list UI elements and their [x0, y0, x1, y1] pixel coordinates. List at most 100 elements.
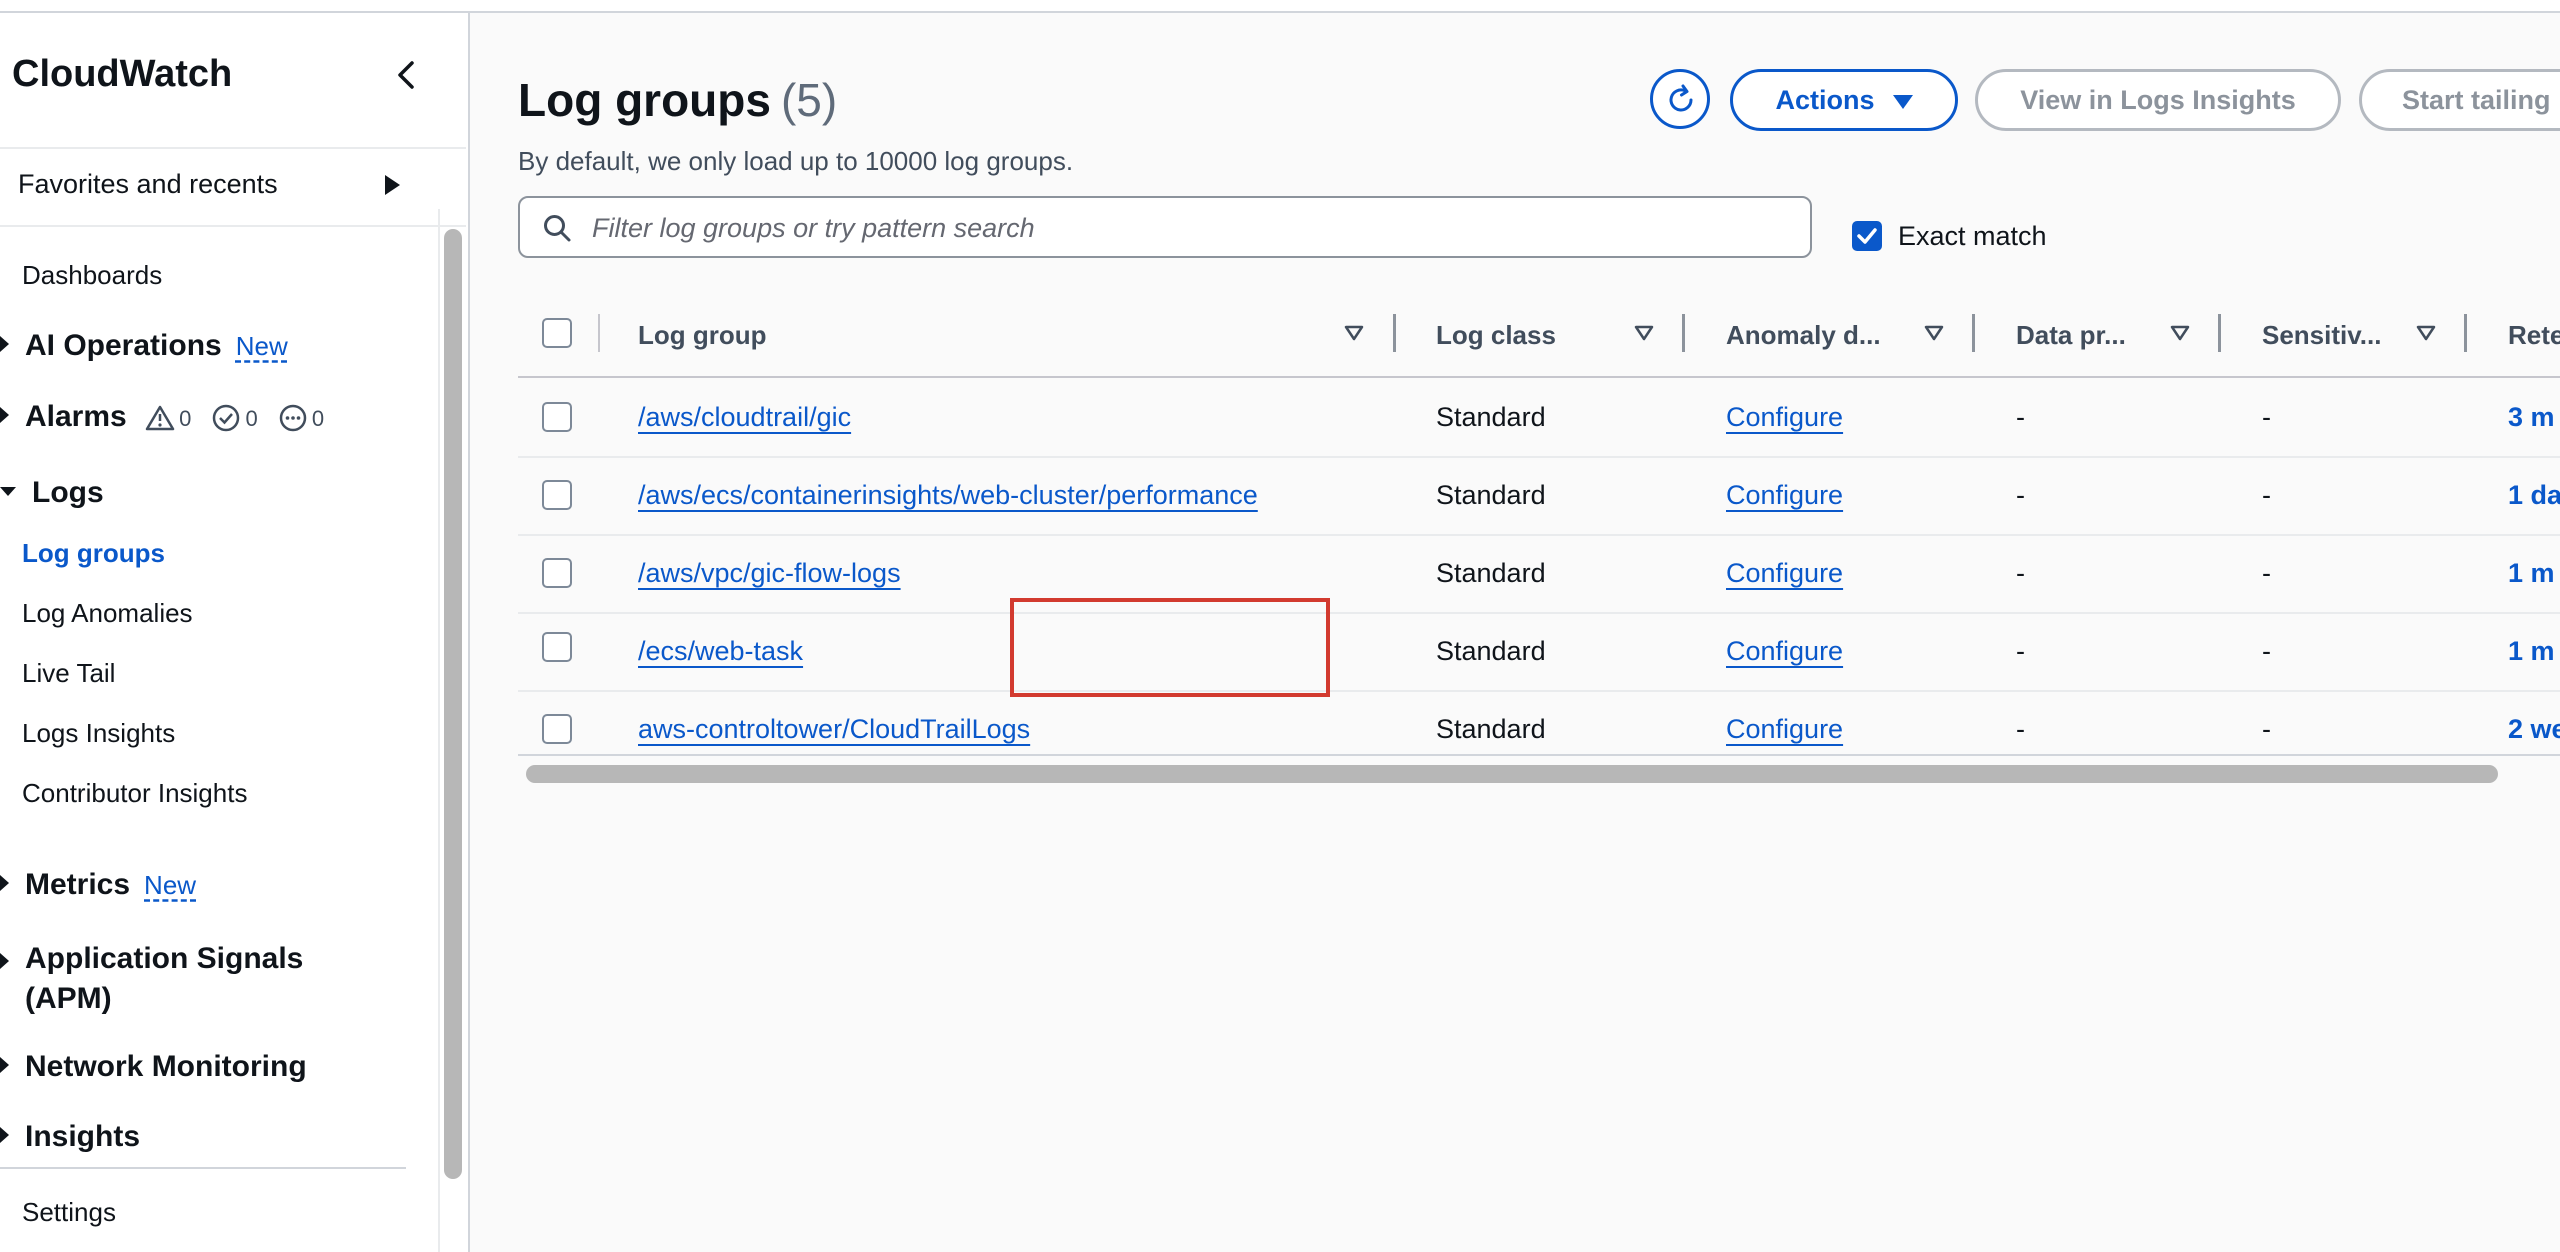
- row-checkbox[interactable]: [542, 558, 572, 588]
- column-resizer[interactable]: [2464, 314, 2467, 352]
- table-row: /aws/ecs/containerinsights/web-cluster/p…: [518, 456, 2560, 536]
- page-description: By default, we only load up to 10000 log…: [518, 146, 1074, 176]
- sidebar-nav: CloudWatch Favorites and recents Dashboa…: [0, 13, 470, 1252]
- sensitive-data-cell: -: [2262, 402, 2271, 432]
- select-all-checkbox[interactable]: [542, 318, 572, 348]
- sidebar-title: CloudWatch: [12, 53, 233, 95]
- sidebar-scrollbar[interactable]: [444, 229, 462, 1179]
- view-in-logs-insights-button[interactable]: View in Logs Insights: [1975, 69, 2341, 131]
- nav-section-metrics[interactable]: Metrics New: [0, 868, 196, 902]
- log-group-link[interactable]: aws-controltower/CloudTrailLogs: [638, 714, 1030, 745]
- configure-anomaly-link[interactable]: Configure: [1726, 480, 1843, 511]
- log-class-cell: Standard: [1436, 558, 1546, 588]
- nav-dashboards[interactable]: Dashboards: [22, 260, 162, 291]
- search-field: [518, 196, 1812, 258]
- checkbox-checked[interactable]: [1852, 221, 1882, 251]
- column-header-log-class[interactable]: Log class: [1436, 320, 1556, 351]
- sort-icon[interactable]: [2170, 324, 2190, 342]
- filter-log-groups-input[interactable]: [590, 208, 1794, 248]
- configure-anomaly-link[interactable]: Configure: [1726, 402, 1843, 433]
- data-protection-cell: -: [2016, 480, 2025, 510]
- play-triangle-icon: [385, 175, 400, 195]
- insufficient-dots-icon: [279, 404, 307, 432]
- column-resizer[interactable]: [2218, 314, 2221, 352]
- data-protection-cell: -: [2016, 558, 2025, 588]
- retention-link[interactable]: 2 we: [2508, 714, 2560, 745]
- nav-log-anomalies[interactable]: Log Anomalies: [22, 598, 193, 629]
- configure-anomaly-link[interactable]: Configure: [1726, 558, 1843, 589]
- caret-right-icon: [0, 336, 9, 353]
- collapse-sidebar-button[interactable]: [392, 55, 424, 95]
- log-group-link[interactable]: /aws/vpc/gic-flow-logs: [638, 558, 901, 589]
- caret-right-icon: [0, 407, 9, 424]
- column-header-sensitive-data[interactable]: Sensitiv...: [2262, 320, 2381, 351]
- alarm-status-counts: 0 0 0: [145, 403, 338, 433]
- checkmark-icon: [1857, 228, 1877, 244]
- sidebar-scroll-track: [438, 209, 440, 1252]
- caret-right-icon: [0, 875, 9, 892]
- sort-icon[interactable]: [1344, 324, 1364, 342]
- column-header-anomaly-detection[interactable]: Anomaly d...: [1726, 320, 1881, 351]
- retention-link[interactable]: 1 m: [2508, 558, 2555, 589]
- nav-section-insights[interactable]: Insights: [0, 1120, 140, 1154]
- log-class-cell: Standard: [1436, 480, 1546, 510]
- start-tailing-button[interactable]: Start tailing: [2359, 69, 2560, 131]
- column-header-data-protection[interactable]: Data pr...: [2016, 320, 2126, 351]
- table-horizontal-scrollbar[interactable]: [526, 765, 2498, 783]
- column-resizer[interactable]: [1682, 314, 1685, 352]
- caret-right-icon: [0, 1127, 9, 1144]
- table-bottom-border: [518, 754, 2560, 756]
- nav-section-network-monitoring[interactable]: Network Monitoring: [0, 1050, 307, 1084]
- column-resizer[interactable]: [1393, 314, 1396, 352]
- column-header-log-group[interactable]: Log group: [638, 320, 767, 351]
- log-class-cell: Standard: [1436, 636, 1546, 666]
- nav-section-application-signals[interactable]: Application Signals (APM): [0, 939, 330, 1019]
- table-row: /ecs/web-task Standard Configure - - 1 m: [518, 612, 2560, 692]
- nav-section-alarms[interactable]: Alarms 0 0 0: [0, 400, 338, 434]
- alarms-label: Alarms: [25, 400, 127, 433]
- caret-right-icon: [0, 1057, 9, 1074]
- log-group-link[interactable]: /aws/cloudtrail/gic: [638, 402, 851, 433]
- column-resizer[interactable]: [1972, 314, 1975, 352]
- sensitive-data-cell: -: [2262, 636, 2271, 666]
- sort-icon[interactable]: [1924, 324, 1944, 342]
- row-checkbox[interactable]: [542, 402, 572, 432]
- configure-anomaly-link[interactable]: Configure: [1726, 636, 1843, 667]
- nav-live-tail[interactable]: Live Tail: [22, 658, 115, 689]
- new-badge[interactable]: New: [236, 331, 288, 361]
- row-checkbox[interactable]: [542, 632, 572, 662]
- table-row: /aws/cloudtrail/gic Standard Configure -…: [518, 378, 2560, 458]
- nav-settings[interactable]: Settings: [22, 1197, 116, 1228]
- nav-logs-insights[interactable]: Logs Insights: [22, 718, 175, 749]
- page-title: Log groups (5): [518, 73, 837, 127]
- refresh-button[interactable]: [1650, 69, 1710, 129]
- retention-link[interactable]: 1 m: [2508, 636, 2555, 667]
- configure-anomaly-link[interactable]: Configure: [1726, 714, 1843, 745]
- log-group-count: (5): [780, 74, 838, 126]
- log-class-cell: Standard: [1436, 714, 1546, 744]
- log-group-link[interactable]: /ecs/web-task: [638, 636, 803, 667]
- column-header-retention[interactable]: Rete: [2508, 320, 2560, 351]
- sort-icon[interactable]: [2416, 324, 2436, 342]
- actions-button[interactable]: Actions: [1730, 69, 1958, 131]
- log-group-link[interactable]: /aws/ecs/containerinsights/web-cluster/p…: [638, 480, 1258, 511]
- nav-section-ai-operations[interactable]: AI Operations New: [0, 329, 288, 363]
- nav-section-logs[interactable]: Logs: [0, 476, 104, 510]
- main-content: Log groups (5) By default, we only load u…: [470, 13, 2560, 1252]
- row-checkbox[interactable]: [542, 714, 572, 744]
- retention-link[interactable]: 3 m: [2508, 402, 2555, 433]
- alarm-count: 0: [179, 405, 192, 431]
- logs-label: Logs: [32, 476, 104, 509]
- insufficient-count: 0: [311, 405, 325, 431]
- metrics-label: Metrics: [25, 868, 131, 901]
- nav-contributor-insights[interactable]: Contributor Insights: [22, 778, 247, 809]
- new-badge[interactable]: New: [144, 870, 196, 900]
- retention-link[interactable]: 1 da: [2508, 480, 2560, 511]
- sort-icon[interactable]: [1634, 324, 1654, 342]
- actions-label: Actions: [1775, 85, 1875, 115]
- row-checkbox[interactable]: [542, 480, 572, 510]
- favorites-and-recents[interactable]: Favorites and recents: [0, 147, 466, 227]
- page-title-text: Log groups: [518, 74, 771, 126]
- nav-log-groups[interactable]: Log groups: [22, 538, 165, 569]
- browser-top-bar: [0, 0, 2560, 13]
